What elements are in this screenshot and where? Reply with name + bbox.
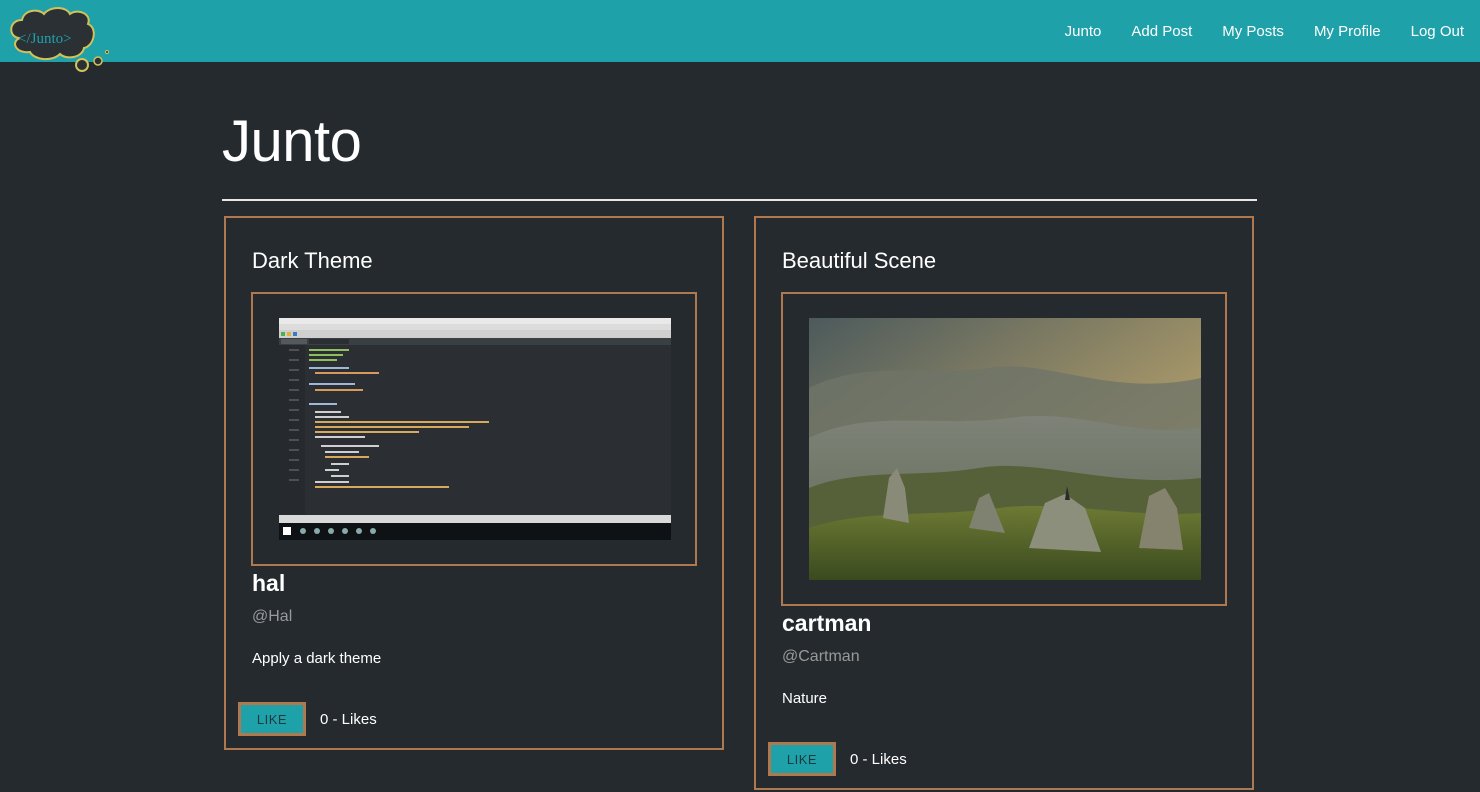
nav-link-log-out[interactable]: Log Out [1411, 23, 1464, 40]
page-title: Junto [222, 109, 362, 174]
post-caption: Nature [782, 690, 828, 707]
post-handle[interactable]: @Cartman [782, 648, 860, 666]
nav-link-junto[interactable]: Junto [1065, 23, 1102, 40]
nav-link-add-post[interactable]: Add Post [1131, 23, 1192, 40]
post-author: hal [252, 570, 286, 596]
like-button[interactable]: LIKE [238, 702, 306, 736]
post-image-frame [781, 292, 1227, 606]
code-editor-screenshot [279, 318, 671, 540]
post-image-frame [251, 292, 697, 566]
post-title: Beautiful Scene [782, 248, 937, 273]
like-button[interactable]: LIKE [768, 742, 836, 776]
post-author: cartman [782, 610, 872, 636]
navbar: </Junto> Junto Add Post My Posts My Prof… [0, 0, 1480, 72]
title-divider [222, 199, 1257, 201]
post-title: Dark Theme [252, 248, 373, 273]
likes-count: 0 - Likes [320, 711, 377, 728]
likes-count: 0 - Likes [850, 751, 907, 768]
post-card: Dark Theme hal @Hal Apply a dark theme L… [224, 216, 724, 750]
nav-links: Junto Add Post My Posts My Profile Log O… [1035, 0, 1464, 62]
post-caption: Apply a dark theme [252, 650, 382, 667]
nav-link-my-posts[interactable]: My Posts [1222, 23, 1284, 40]
mountain-landscape-photo [809, 318, 1201, 580]
junto-logo[interactable]: </Junto> [4, 4, 114, 76]
post-handle[interactable]: @Hal [252, 608, 292, 626]
nav-link-my-profile[interactable]: My Profile [1314, 23, 1381, 40]
logo-text: </Junto> [18, 31, 72, 47]
post-card: Beautiful Scene cartman @Cartman Nature … [754, 216, 1254, 790]
